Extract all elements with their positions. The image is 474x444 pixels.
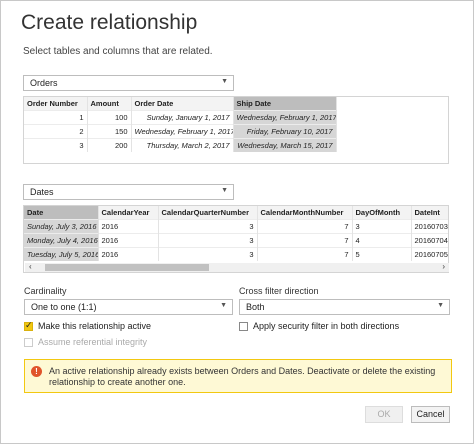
table2-header-date[interactable]: Date bbox=[24, 206, 99, 219]
table1-header-order-number[interactable]: Order Number bbox=[24, 97, 88, 110]
chevron-down-icon: ▼ bbox=[221, 78, 228, 85]
checkbox-checked-icon[interactable] bbox=[24, 320, 33, 331]
make-active-label: Make this relationship active bbox=[38, 321, 152, 331]
table-cell: 3 bbox=[158, 218, 258, 233]
chevron-down-icon: ▼ bbox=[220, 302, 227, 309]
table1-header-amount[interactable]: Amount bbox=[87, 97, 132, 110]
table2-header-date-int[interactable]: DateInt bbox=[411, 206, 448, 219]
table-row: Sunday, July 3, 2016 2016 3 7 3 20160703 bbox=[24, 218, 448, 233]
cross-filter-dropdown[interactable]: Both ▼ bbox=[239, 299, 450, 315]
table-cell: 5 bbox=[352, 246, 412, 261]
referential-integrity-checkbox: Assume referential integrity bbox=[24, 337, 147, 347]
chevron-down-icon: ▼ bbox=[437, 302, 444, 309]
table-cell: 7 bbox=[257, 218, 353, 233]
table-cell: 3 bbox=[24, 137, 88, 152]
make-active-checkbox[interactable]: Make this relationship active bbox=[24, 320, 152, 331]
cancel-button[interactable]: Cancel bbox=[411, 406, 450, 423]
table-row: 3 200 Thursday, March 2, 2017 Wednesday,… bbox=[24, 137, 337, 152]
table-cell: 20160705 bbox=[411, 246, 448, 261]
chevron-down-icon: ▼ bbox=[221, 187, 228, 194]
security-filter-checkbox[interactable]: Apply security filter in both directions bbox=[239, 321, 399, 331]
table-row: 2 150 Wednesday, February 1, 2017 Friday… bbox=[24, 123, 337, 138]
table-cell: 4 bbox=[352, 232, 412, 247]
table-cell: 2016 bbox=[98, 246, 159, 261]
table1-header-ship-date[interactable]: Ship Date bbox=[233, 97, 337, 110]
cross-filter-label: Cross filter direction bbox=[239, 286, 319, 296]
table2-header-calendar-year[interactable]: CalendarYear bbox=[98, 206, 159, 219]
table-cell: Sunday, January 1, 2017 bbox=[131, 109, 234, 124]
table-cell: Thursday, March 2, 2017 bbox=[131, 137, 234, 152]
table-cell: 7 bbox=[257, 246, 353, 261]
table-cell: 7 bbox=[257, 232, 353, 247]
table1-dropdown[interactable]: Orders ▼ bbox=[23, 75, 234, 91]
horizontal-scrollbar[interactable]: ‹ › bbox=[25, 262, 449, 272]
table1-dropdown-value: Orders bbox=[30, 78, 58, 88]
warning-banner: ! An active relationship already exists … bbox=[24, 359, 452, 393]
table-cell: 2016 bbox=[98, 218, 159, 233]
table2-header-day-of-month[interactable]: DayOfMonth bbox=[352, 206, 412, 219]
table1-header-order-date[interactable]: Order Date bbox=[131, 97, 234, 110]
table-cell: 3 bbox=[352, 218, 412, 233]
table-cell: Friday, February 10, 2017 bbox=[233, 123, 337, 138]
table-row: 1 100 Sunday, January 1, 2017 Wednesday,… bbox=[24, 109, 337, 124]
table2-header-calendar-month-number[interactable]: CalendarMonthNumber bbox=[257, 206, 353, 219]
security-filter-label: Apply security filter in both directions bbox=[253, 321, 400, 331]
table-cell: 20160704 bbox=[411, 232, 448, 247]
table-cell: Sunday, July 3, 2016 bbox=[24, 218, 99, 233]
table-cell: 3 bbox=[158, 232, 258, 247]
cross-filter-value: Both bbox=[246, 302, 265, 312]
table-cell: Monday, July 4, 2016 bbox=[24, 232, 99, 247]
cardinality-label: Cardinality bbox=[24, 286, 67, 296]
table-row: Tuesday, July 5, 2016 2016 3 7 5 2016070… bbox=[24, 246, 448, 261]
dialog-subtitle: Select tables and columns that are relat… bbox=[23, 46, 213, 57]
table2-dropdown[interactable]: Dates ▼ bbox=[23, 184, 234, 200]
table-cell: 100 bbox=[87, 109, 132, 124]
cardinality-dropdown[interactable]: One to one (1:1) ▼ bbox=[24, 299, 233, 315]
table2-dropdown-value: Dates bbox=[30, 187, 54, 197]
referential-integrity-label: Assume referential integrity bbox=[38, 337, 148, 347]
table-row: Monday, July 4, 2016 2016 3 7 4 20160704 bbox=[24, 232, 448, 247]
create-relationship-dialog: Create relationship Select tables and co… bbox=[0, 0, 474, 444]
table-cell: Tuesday, July 5, 2016 bbox=[24, 246, 99, 261]
table2-header-calendar-quarter-number[interactable]: CalendarQuarterNumber bbox=[158, 206, 258, 219]
checkbox-icon bbox=[24, 337, 33, 347]
table-cell: 150 bbox=[87, 123, 132, 138]
checkbox-icon[interactable] bbox=[239, 321, 248, 331]
table1-preview-grid: Order Number Amount Order Date Ship Date… bbox=[23, 96, 449, 164]
ok-button[interactable]: OK bbox=[365, 406, 403, 423]
scroll-right-icon[interactable]: › bbox=[442, 262, 445, 271]
dialog-title: Create relationship bbox=[21, 11, 198, 34]
table-cell: 2 bbox=[24, 123, 88, 138]
table-cell: Wednesday, February 1, 2017 bbox=[233, 109, 337, 124]
scrollbar-thumb[interactable] bbox=[45, 264, 209, 271]
table-cell: 1 bbox=[24, 109, 88, 124]
table-cell: 3 bbox=[158, 246, 258, 261]
table-cell: 200 bbox=[87, 137, 132, 152]
table-cell: 2016 bbox=[98, 232, 159, 247]
cardinality-value: One to one (1:1) bbox=[31, 302, 97, 312]
table-cell: Wednesday, February 1, 2017 bbox=[131, 123, 234, 138]
table-cell: 20160703 bbox=[411, 218, 448, 233]
warning-text: An active relationship already exists be… bbox=[49, 366, 436, 387]
table-cell: Wednesday, March 15, 2017 bbox=[233, 137, 337, 152]
warning-icon: ! bbox=[31, 366, 42, 377]
scroll-left-icon[interactable]: ‹ bbox=[29, 262, 32, 271]
